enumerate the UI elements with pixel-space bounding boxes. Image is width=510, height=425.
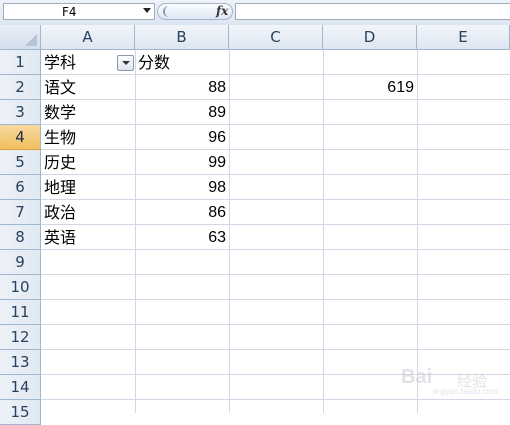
cell-a4[interactable]: 生物 <box>41 125 135 149</box>
row-header-13[interactable]: 13 <box>0 350 41 375</box>
watermark-url: jingyan.baidu.com <box>433 387 498 396</box>
column-header-a[interactable]: A <box>41 25 135 50</box>
column-header-b[interactable]: B <box>135 25 229 50</box>
column-header-d[interactable]: D <box>323 25 417 50</box>
cell-a1[interactable]: 学科 <box>41 50 117 74</box>
filter-dropdown-button[interactable] <box>117 55 134 71</box>
cell-b4[interactable]: 96 <box>135 125 229 149</box>
row-header-8[interactable]: 8 <box>0 225 41 250</box>
row-header-6[interactable]: 6 <box>0 175 41 200</box>
name-box-value: F4 <box>62 5 77 19</box>
row-header-7[interactable]: 7 <box>0 200 41 225</box>
function-area: fx <box>157 3 233 20</box>
row-header-3[interactable]: 3 <box>0 100 41 125</box>
row-header-14[interactable]: 14 <box>0 375 41 400</box>
cell-b7[interactable]: 86 <box>135 200 229 224</box>
select-all-icon <box>25 34 37 46</box>
row-header-10[interactable]: 10 <box>0 275 41 300</box>
cell-b5[interactable]: 99 <box>135 150 229 174</box>
insert-function-icon[interactable]: fx <box>216 4 228 18</box>
cell-b6[interactable]: 98 <box>135 175 229 199</box>
row-header-2[interactable]: 2 <box>0 75 41 100</box>
row-header-1[interactable]: 1 <box>0 50 41 75</box>
cell-a6[interactable]: 地理 <box>41 175 135 199</box>
chevron-down-icon[interactable] <box>143 8 151 13</box>
cell-b8[interactable]: 63 <box>135 225 229 249</box>
cell-b2[interactable]: 88 <box>135 75 229 99</box>
formula-bar: F4 fx <box>0 0 510 26</box>
baidu-watermark: Bai 经验 jingyan.baidu.com <box>395 365 507 396</box>
cell-a3[interactable]: 数学 <box>41 100 135 124</box>
dropdown-arrow-icon <box>122 61 130 65</box>
cell-a5[interactable]: 历史 <box>41 150 135 174</box>
select-all-button[interactable] <box>0 25 41 50</box>
row-header-9[interactable]: 9 <box>0 250 41 275</box>
row-header-5[interactable]: 5 <box>0 150 41 175</box>
cell-d2[interactable]: 619 <box>323 75 417 99</box>
resize-handle-icon[interactable] <box>163 6 173 17</box>
cell-a8[interactable]: 英语 <box>41 225 135 249</box>
watermark-brand: Bai <box>401 366 433 388</box>
row-header-4[interactable]: 4 <box>0 125 41 150</box>
row-header-12[interactable]: 12 <box>0 325 41 350</box>
cell-a7[interactable]: 政治 <box>41 200 135 224</box>
cell-b3[interactable]: 89 <box>135 100 229 124</box>
formula-input[interactable] <box>235 3 510 20</box>
column-header-c[interactable]: C <box>229 25 323 50</box>
row-header-11[interactable]: 11 <box>0 300 41 325</box>
cell-b1[interactable]: 分数 <box>135 50 229 74</box>
name-box[interactable]: F4 <box>3 3 155 20</box>
cell-a2[interactable]: 语文 <box>41 75 135 99</box>
column-header-e[interactable]: E <box>417 25 510 50</box>
